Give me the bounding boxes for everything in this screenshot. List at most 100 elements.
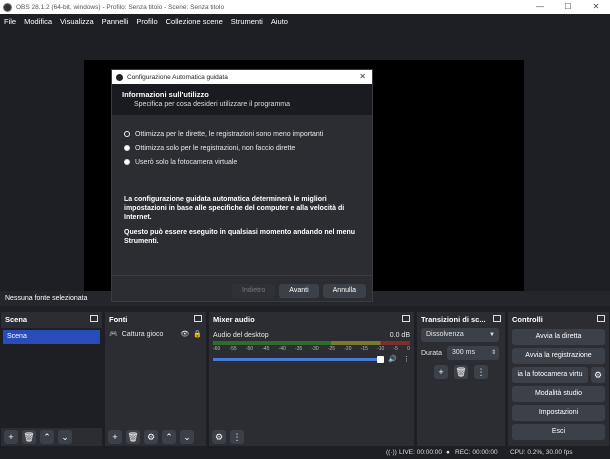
scenes-toolbar: + 🗑 ⌃ ⌄ — [1, 428, 102, 446]
radio-button-selected[interactable] — [124, 131, 130, 137]
add-scene-button[interactable]: + — [4, 430, 18, 444]
tick: -45 — [262, 346, 270, 352]
move-source-up-button[interactable]: ⌃ — [162, 430, 176, 444]
tick: -15 — [360, 346, 368, 352]
remove-scene-button[interactable]: 🗑 — [22, 430, 36, 444]
minimize-button[interactable]: — — [526, 0, 554, 14]
dialog-close-button[interactable]: ✕ — [359, 70, 366, 84]
description-2: Questo può essere eseguito in qualsiasi … — [124, 229, 356, 245]
menu-visualizza[interactable]: Visualizza — [56, 17, 98, 26]
undock-icon[interactable] — [493, 315, 501, 322]
menu-modifica[interactable]: Modifica — [20, 17, 56, 26]
dialog-heading: Informazioni sull'utilizzo — [122, 90, 209, 99]
window-controls: — ☐ ✕ — [526, 0, 610, 14]
controls-dock-header: Controlli — [508, 312, 609, 326]
rec-indicator-icon: ● — [446, 449, 450, 456]
tick: -20 — [344, 346, 352, 352]
tick: -35 — [295, 346, 303, 352]
mixer-menu-button[interactable]: ⋮ — [230, 430, 244, 444]
tick: -40 — [278, 346, 286, 352]
sources-list: 🎮 Cattura gioco 👁 🔒 — [105, 328, 206, 428]
transitions-dock: Transizioni di sc... Dissolvenza ▼ Durat… — [417, 312, 505, 446]
mixer-body: Audio del desktop 0.0 dB -60 -55 -50 -45… — [209, 328, 414, 428]
dialog-separator — [112, 275, 372, 276]
menu-strumenti[interactable]: Strumenti — [227, 17, 267, 26]
virtual-camera-settings-icon[interactable]: ⚙ — [591, 367, 605, 383]
move-source-down-button[interactable]: ⌄ — [180, 430, 194, 444]
start-streaming-button[interactable]: Avvia la diretta — [512, 329, 605, 345]
cpu-fps: CPU: 0.2%, 30.00 fps — [510, 449, 573, 456]
speaker-icon[interactable]: 🔊 — [388, 355, 397, 363]
transition-toolbar: + 🗑 ⋮ — [417, 365, 505, 379]
remove-source-button[interactable]: 🗑 — [126, 430, 140, 444]
start-virtual-camera-button[interactable]: ia la fotocamera virtu — [512, 367, 588, 383]
duration-stepper[interactable]: 300 ms ⇕ — [447, 346, 499, 360]
close-button[interactable]: ✕ — [582, 0, 610, 14]
dialog-titlebar: Configurazione Automatica guidata ✕ — [112, 70, 372, 84]
menu-bar: File Modifica Visualizza Pannelli Profil… — [0, 14, 610, 28]
tick: -60 — [213, 346, 221, 352]
menu-profilo[interactable]: Profilo — [132, 17, 161, 26]
option-recording[interactable]: Ottimizza solo per le registrazioni, non… — [124, 141, 360, 155]
tick: -25 — [327, 346, 336, 352]
add-source-button[interactable]: + — [108, 430, 122, 444]
obs-app-icon — [116, 73, 123, 81]
transition-selected: Dissolvenza — [426, 331, 464, 338]
back-button[interactable]: Indietro — [231, 284, 276, 298]
sources-dock-title: Fonti — [109, 314, 128, 324]
menu-collezione-scene[interactable]: Collezione scene — [162, 17, 227, 26]
status-bar: ((·)) LIVE: 00:00:00 ● REC: 00:00:00 CPU… — [0, 448, 610, 459]
tick: -5 — [393, 346, 398, 352]
more-options-icon[interactable]: ⋮ — [403, 355, 410, 363]
option-label: Userò solo la fotocamera virtuale — [135, 158, 238, 166]
move-scene-up-button[interactable]: ⌃ — [40, 430, 54, 444]
exit-button[interactable]: Esci — [512, 424, 605, 440]
move-scene-down-button[interactable]: ⌄ — [58, 430, 72, 444]
meter-ticks: -60 -55 -50 -45 -40 -35 -30 -25 -20 -15 … — [213, 346, 410, 352]
maximize-button[interactable]: ☐ — [554, 0, 582, 14]
source-item[interactable]: 🎮 Cattura gioco 👁 🔒 — [105, 328, 206, 342]
cancel-button[interactable]: Annulla — [322, 284, 366, 298]
tick: -50 — [245, 346, 254, 352]
remove-transition-button[interactable]: 🗑 — [454, 365, 468, 379]
undock-icon[interactable] — [597, 315, 605, 322]
studio-mode-button[interactable]: Modalità studio — [512, 386, 605, 402]
scenes-dock-header: Scena — [1, 312, 102, 326]
chevron-down-icon: ▼ — [489, 332, 495, 338]
lock-icon[interactable]: 🔒 — [193, 328, 202, 342]
option-streaming[interactable]: Ottimizza per le dirette, le registrazio… — [124, 127, 360, 141]
source-item-label: Cattura gioco — [121, 331, 164, 338]
advanced-audio-button[interactable]: ⚙ — [212, 430, 226, 444]
scene-item[interactable]: Scena — [3, 330, 100, 344]
start-recording-button[interactable]: Avvia la registrazione — [512, 348, 605, 364]
undock-icon[interactable] — [402, 315, 410, 322]
transition-select[interactable]: Dissolvenza ▼ — [421, 328, 499, 342]
menu-file[interactable]: File — [0, 17, 20, 26]
radio-button[interactable] — [124, 145, 130, 151]
menu-pannelli[interactable]: Pannelli — [98, 17, 133, 26]
description-1: La configurazione guidata automatica det… — [124, 196, 345, 221]
source-properties-button[interactable]: ⚙ — [144, 430, 158, 444]
add-transition-button[interactable]: + — [434, 365, 448, 379]
eye-icon[interactable]: 👁 — [180, 328, 189, 342]
volume-slider[interactable] — [213, 355, 385, 363]
undock-icon[interactable] — [194, 315, 202, 322]
undock-icon[interactable] — [90, 315, 98, 322]
volume-slider-handle[interactable] — [377, 355, 385, 363]
dialog-description: La configurazione guidata automatica det… — [112, 169, 372, 246]
sources-dock: Fonti 🎮 Cattura gioco 👁 🔒 + 🗑 ⚙ ⌃ ⌄ — [105, 312, 206, 446]
transition-menu-button[interactable]: ⋮ — [474, 365, 488, 379]
scenes-list: Scena — [1, 328, 102, 428]
stepper-arrows-icon[interactable]: ⇕ — [491, 346, 496, 360]
radio-button[interactable] — [124, 159, 130, 165]
controls-dock-title: Controlli — [512, 314, 543, 324]
option-virtual-camera[interactable]: Userò solo la fotocamera virtuale — [124, 155, 360, 169]
menu-aiuto[interactable]: Aiuto — [267, 17, 292, 26]
window-titlebar: OBS 28.1.2 (64-bit, windows) - Profilo: … — [0, 0, 610, 14]
sources-toolbar: + 🗑 ⚙ ⌃ ⌄ — [105, 428, 206, 446]
next-button[interactable]: Avanti — [279, 284, 319, 298]
settings-button[interactable]: Impostazioni — [512, 405, 605, 421]
mixer-channel-level: 0.0 dB — [389, 332, 410, 339]
controls-dock: Controlli Avvia la diretta Avvia la regi… — [508, 312, 609, 446]
virtual-camera-row: ia la fotocamera virtu ⚙ — [512, 367, 605, 383]
